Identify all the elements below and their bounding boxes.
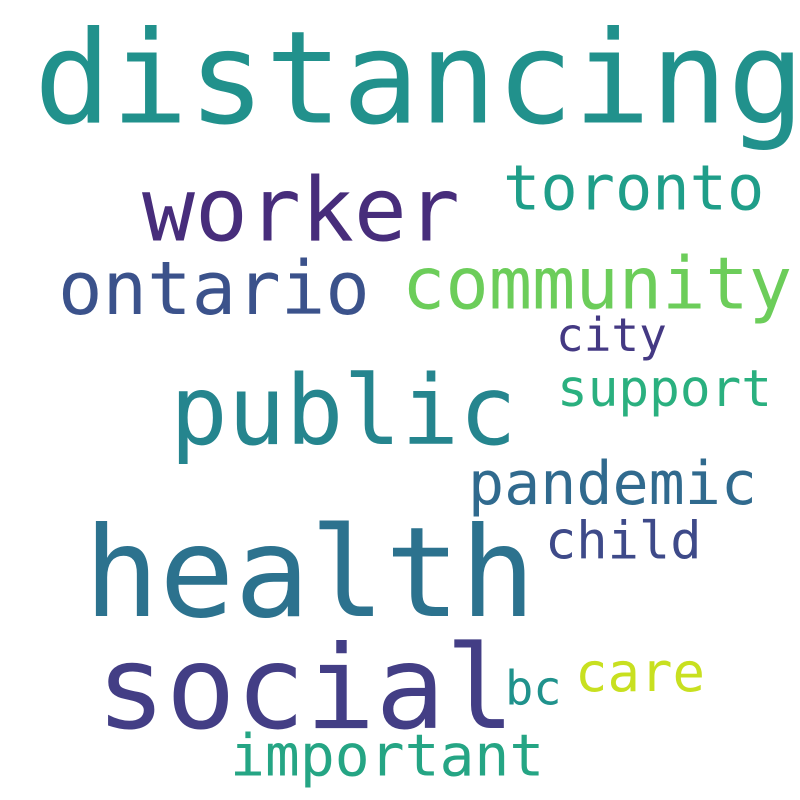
word-public: public: [170, 355, 517, 468]
word-city: city: [556, 308, 667, 363]
word-support: support: [557, 360, 772, 420]
word-cloud: distancing health social public worker o…: [0, 0, 800, 800]
word-pandemic: pandemic: [468, 449, 757, 519]
word-health: health: [84, 501, 536, 646]
word-child: child: [545, 511, 702, 572]
word-distancing: distancing: [34, 4, 800, 154]
word-toronto: toronto: [503, 151, 765, 225]
word-bc: bc: [505, 661, 562, 717]
word-care: care: [575, 640, 706, 704]
word-ontario: ontario: [58, 245, 370, 332]
word-important: important: [230, 721, 545, 790]
